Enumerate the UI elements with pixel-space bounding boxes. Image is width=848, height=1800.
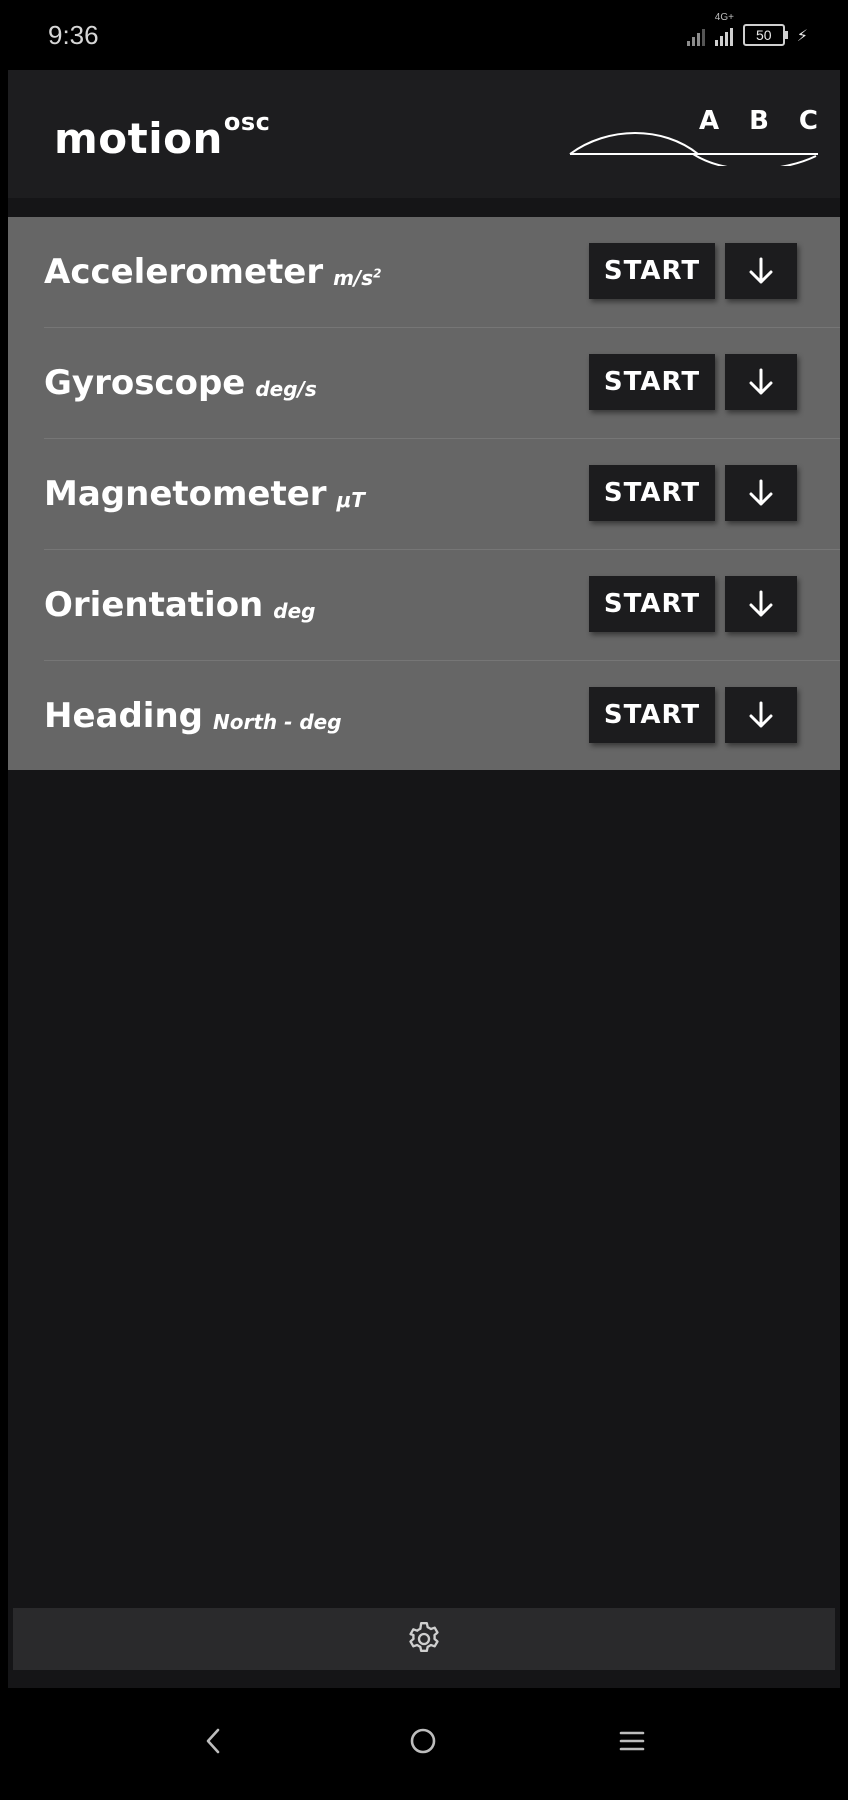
sensor-name: Heading	[44, 696, 203, 736]
signal-2-icon: 4G+	[714, 12, 734, 46]
sensor-unit: μT	[336, 488, 365, 512]
sensor-label: Accelerometer m/s2	[44, 217, 382, 327]
sensor-label: Magnetometer μT	[44, 439, 365, 549]
logo-text: motion	[54, 114, 223, 163]
circle-home-icon[interactable]	[408, 1726, 438, 1756]
system-nav-bar	[0, 1688, 848, 1800]
sensor-unit: m/s2	[333, 266, 382, 290]
status-bar: 9:36 4G+ 50 ⚡	[0, 0, 848, 70]
arrow-down-icon	[749, 590, 773, 617]
sensor-label: Orientation deg	[44, 550, 315, 660]
network-type-label: 4G+	[714, 12, 734, 23]
download-button[interactable]	[725, 354, 797, 410]
status-time: 9:36	[48, 20, 99, 50]
gear-icon[interactable]	[404, 1619, 444, 1659]
menu-icon[interactable]	[618, 1726, 646, 1756]
arrow-down-icon	[749, 479, 773, 506]
battery-level: 50	[755, 27, 772, 43]
app-header: motionosc A B C	[8, 70, 840, 198]
download-button[interactable]	[725, 576, 797, 632]
start-button[interactable]: START	[589, 354, 715, 410]
start-button[interactable]: START	[589, 687, 715, 743]
start-button[interactable]: START	[589, 576, 715, 632]
sensor-name: Magnetometer	[44, 474, 327, 514]
arrow-down-icon	[749, 257, 773, 284]
letter-a: A	[698, 106, 720, 136]
sensor-row-heading: Heading North - deg START	[44, 661, 840, 771]
download-button[interactable]	[725, 243, 797, 299]
signal-1-icon	[686, 24, 705, 46]
sensor-row-orientation: Orientation deg START	[44, 550, 840, 661]
download-button[interactable]	[725, 687, 797, 743]
arrow-down-icon	[749, 701, 773, 728]
logo-superscript: osc	[223, 108, 271, 136]
sensor-unit: deg/s	[255, 377, 317, 401]
abc-letters: A B C	[699, 106, 818, 136]
sensor-unit: deg	[273, 599, 316, 623]
start-button[interactable]: START	[589, 465, 715, 521]
sensor-name: Orientation	[44, 585, 264, 625]
battery-icon: 50	[742, 24, 788, 46]
charging-icon: ⚡	[796, 25, 808, 45]
sensor-label: Gyroscope deg/s	[44, 328, 317, 438]
letter-b: B	[749, 106, 769, 136]
app-logo: motionosc	[54, 108, 270, 163]
start-button[interactable]: START	[589, 243, 715, 299]
letter-c: C	[798, 106, 818, 136]
chevron-left-icon[interactable]	[200, 1726, 226, 1756]
app-window: motionosc A B C Accelerometer m/s2 START	[8, 70, 840, 1688]
sensor-row-magnetometer: Magnetometer μT START	[44, 439, 840, 550]
settings-bar[interactable]	[13, 1608, 835, 1670]
arrow-down-icon	[749, 368, 773, 395]
sensor-list: Accelerometer m/s2 START Gyroscope deg/s…	[8, 217, 840, 770]
sensor-row-gyroscope: Gyroscope deg/s START	[44, 328, 840, 439]
sensor-row-accelerometer: Accelerometer m/s2 START	[44, 217, 840, 328]
download-button[interactable]	[725, 465, 797, 521]
sensor-label: Heading North - deg	[44, 661, 342, 771]
sensor-unit: North - deg	[213, 710, 342, 734]
abc-wave-logo: A B C	[568, 106, 818, 166]
sensor-name: Gyroscope	[44, 363, 246, 403]
sensor-name: Accelerometer	[44, 252, 324, 292]
status-icons: 4G+ 50 ⚡	[686, 12, 808, 50]
